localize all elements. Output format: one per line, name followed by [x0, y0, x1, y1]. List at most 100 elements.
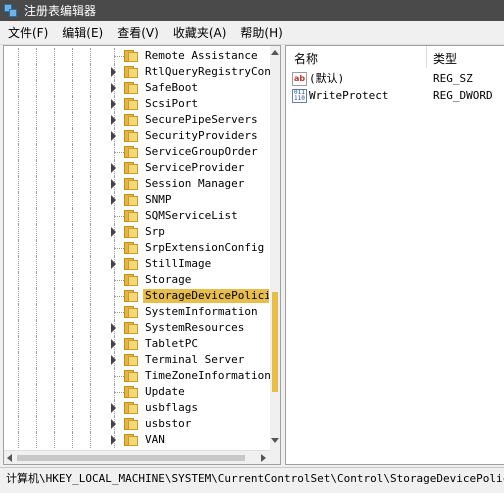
tree-guide-line: [18, 336, 19, 352]
tree-item[interactable]: Terminal Server: [4, 352, 274, 368]
tree-guide-line: [54, 48, 55, 64]
tree-item-label: SafeBoot: [145, 81, 198, 94]
tree-branch-line: [114, 216, 124, 217]
tree-item[interactable]: StillImage: [4, 256, 274, 272]
expand-arrow-icon[interactable]: [111, 227, 116, 237]
tree-item[interactable]: VAN: [4, 432, 274, 448]
expand-arrow-icon[interactable]: [111, 83, 116, 93]
tree-item[interactable]: SecurityProviders: [4, 128, 274, 144]
column-header-name[interactable]: 名称: [294, 50, 318, 67]
expand-arrow-icon[interactable]: [111, 195, 116, 205]
tree-branch-line: [114, 56, 124, 57]
scroll-thumb[interactable]: [272, 292, 278, 392]
scroll-left-icon[interactable]: [7, 454, 12, 462]
tree-guide-line: [90, 432, 91, 448]
tree-guide-line: [54, 96, 55, 112]
tree-guide-line: [90, 96, 91, 112]
menu-favorites[interactable]: 收藏夹(A): [167, 22, 235, 44]
menu-file[interactable]: 文件(F): [0, 22, 56, 44]
tree-item[interactable]: SystemResources: [4, 320, 274, 336]
tree-item[interactable]: usbflags: [4, 400, 274, 416]
expand-arrow-icon[interactable]: [111, 131, 116, 141]
tree-item[interactable]: StorageDevicePolicie: [4, 288, 274, 304]
tree-guide-line: [18, 144, 19, 160]
expand-arrow-icon[interactable]: [111, 163, 116, 173]
tree-guide-line: [18, 400, 19, 416]
tree-item[interactable]: SafeBoot: [4, 80, 274, 96]
expand-arrow-icon[interactable]: [111, 67, 116, 77]
expand-arrow-icon[interactable]: [111, 339, 116, 349]
tree-vertical-scrollbar[interactable]: [270, 46, 280, 450]
tree-item[interactable]: SrpExtensionConfig: [4, 240, 274, 256]
tree-guide-line: [72, 368, 73, 384]
tree-item[interactable]: ServiceProvider: [4, 160, 274, 176]
tree-guide-line: [72, 80, 73, 96]
tree-item[interactable]: TimeZoneInformation: [4, 368, 274, 384]
values-list[interactable]: 名称 类型 ab (默认) REG_SZ 011 110 WriteProtect REG…: [285, 45, 504, 465]
expand-arrow-icon[interactable]: [111, 259, 116, 269]
menu-edit[interactable]: 编辑(E): [56, 22, 111, 44]
tree-guide-line: [36, 144, 37, 160]
tree-item[interactable]: Remote Assistance: [4, 48, 274, 64]
folder-icon: [124, 306, 139, 318]
tree-guide-line: [18, 96, 19, 112]
expand-arrow-icon[interactable]: [111, 99, 116, 109]
scroll-down-icon[interactable]: [271, 438, 279, 443]
expand-arrow-icon[interactable]: [111, 179, 116, 189]
scroll-right-icon[interactable]: [261, 454, 266, 462]
tree-guide-line: [36, 224, 37, 240]
tree-guide-line: [18, 176, 19, 192]
horizontal-scroll-thumb[interactable]: [17, 455, 245, 461]
value-row[interactable]: ab (默认) REG_SZ: [286, 71, 504, 87]
column-divider[interactable]: [426, 46, 427, 68]
folder-icon: [124, 178, 139, 190]
tree-item[interactable]: Update: [4, 384, 274, 400]
tree-horizontal-scrollbar[interactable]: [4, 450, 270, 464]
menu-view[interactable]: 查看(V): [111, 22, 167, 44]
tree-item[interactable]: RtlQueryRegistryConf: [4, 64, 277, 80]
tree-guide-line: [72, 272, 73, 288]
tree-item[interactable]: SQMServiceList: [4, 208, 274, 224]
tree-guide-line: [36, 336, 37, 352]
tree-guide-line: [90, 80, 91, 96]
value-type: REG_DWORD: [433, 89, 493, 102]
folder-icon: [124, 386, 139, 398]
folder-icon: [124, 194, 139, 206]
folder-icon: [124, 226, 139, 238]
expand-arrow-icon[interactable]: [111, 403, 116, 413]
tree-item[interactable]: TabletPC: [4, 336, 274, 352]
tree-guide-line: [90, 384, 91, 400]
folder-icon: [124, 162, 139, 174]
tree-guide-line: [18, 416, 19, 432]
scroll-up-icon[interactable]: [271, 50, 279, 55]
menu-help[interactable]: 帮助(H): [234, 22, 290, 44]
tree-guide-line: [54, 144, 55, 160]
expand-arrow-icon[interactable]: [111, 323, 116, 333]
folder-icon: [124, 322, 139, 334]
tree-item[interactable]: ServiceGroupOrder: [4, 144, 274, 160]
tree-guide-line: [18, 320, 19, 336]
tree-item-label: Update: [145, 385, 185, 398]
tree-item-label: SecurePipeServers: [145, 113, 258, 126]
tree-guide-line: [36, 288, 37, 304]
expand-arrow-icon[interactable]: [111, 115, 116, 125]
tree-guide-line: [72, 400, 73, 416]
tree-item[interactable]: Srp: [4, 224, 274, 240]
tree-item[interactable]: SecurePipeServers: [4, 112, 274, 128]
tree-item[interactable]: Storage: [4, 272, 274, 288]
registry-tree[interactable]: Remote Assistance RtlQueryRegistryConf Saf…: [3, 45, 281, 465]
value-name: (默认): [309, 72, 345, 85]
tree-guide-line: [72, 384, 73, 400]
tree-item[interactable]: Session Manager: [4, 176, 274, 192]
expand-arrow-icon[interactable]: [111, 355, 116, 365]
tree-item[interactable]: SNMP: [4, 192, 274, 208]
value-row[interactable]: 011 110 WriteProtect REG_DWORD: [286, 88, 504, 104]
tree-guide-line: [54, 432, 55, 448]
column-header-type[interactable]: 类型: [433, 50, 457, 67]
expand-arrow-icon[interactable]: [111, 419, 116, 429]
tree-guide-line: [18, 384, 19, 400]
tree-item[interactable]: usbstor: [4, 416, 274, 432]
tree-item[interactable]: ScsiPort: [4, 96, 274, 112]
expand-arrow-icon[interactable]: [111, 435, 116, 445]
tree-item[interactable]: SystemInformation: [4, 304, 274, 320]
